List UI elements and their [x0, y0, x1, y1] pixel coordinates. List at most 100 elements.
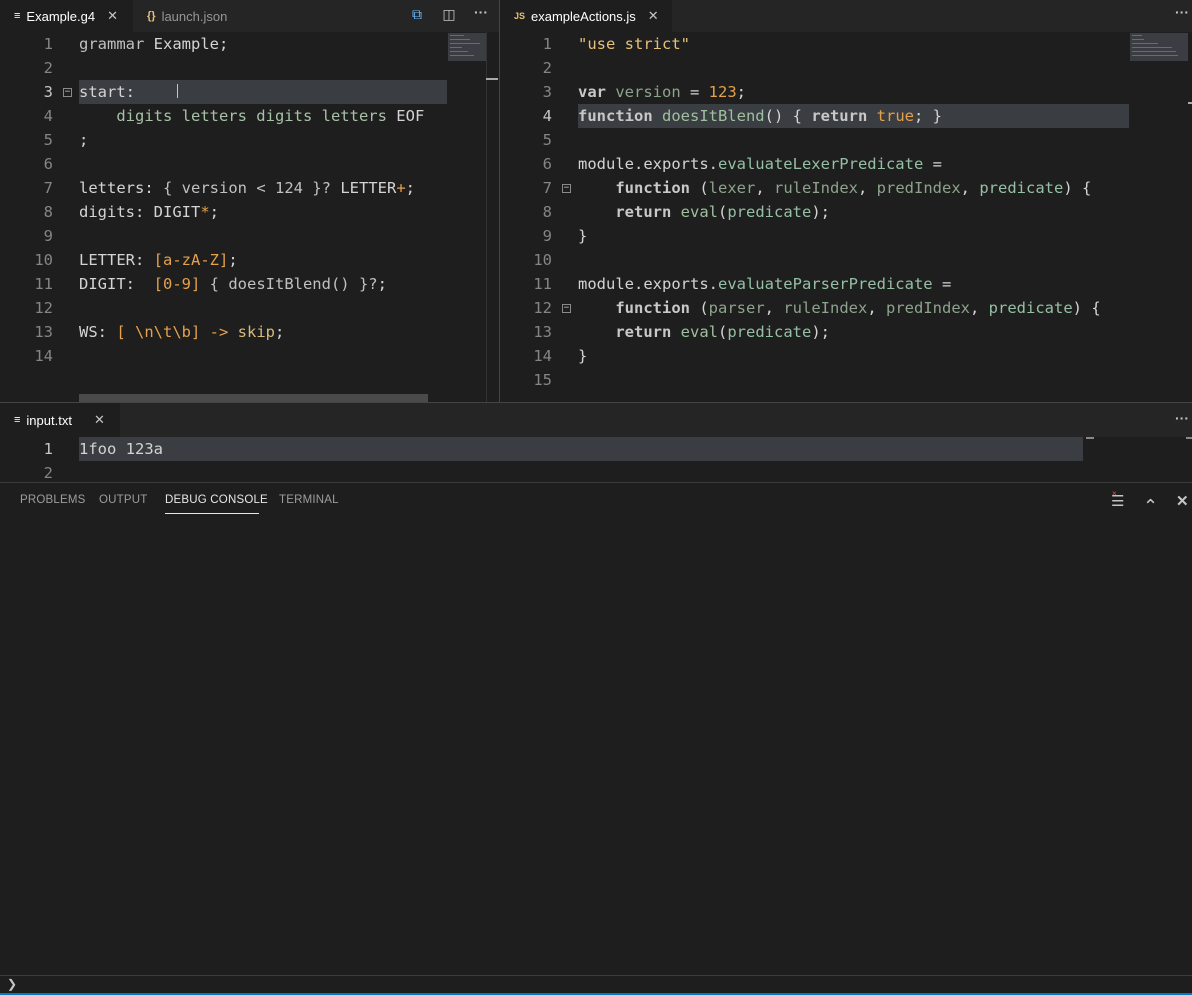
- code-token: ->: [200, 323, 238, 341]
- code-token: ;: [228, 251, 238, 269]
- line-number: 11: [34, 275, 53, 293]
- code-line: digits: DIGIT*;: [79, 200, 219, 224]
- code-token: 123: [708, 83, 737, 101]
- more-actions-icon[interactable]: ···: [471, 4, 491, 20]
- code-token: ;: [736, 83, 746, 101]
- tab-debug-console[interactable]: DEBUG CONSOLE: [165, 494, 268, 506]
- code-token: true: [876, 107, 914, 125]
- console-prompt-icon: ❯: [7, 977, 18, 991]
- tab-launch-json[interactable]: {} launch.json: [132, 0, 262, 32]
- code-line: var version = 123;: [578, 80, 746, 104]
- code-token: );: [811, 323, 831, 341]
- fold-toggle-icon[interactable]: −: [562, 304, 571, 313]
- close-icon[interactable]: ✕: [107, 8, 118, 24]
- line-number: 13: [533, 323, 552, 341]
- line-number: 4: [542, 107, 552, 125]
- code-token: digits: DIGIT: [79, 203, 201, 221]
- code-line: module.exports.evaluateParserPredicate =: [578, 272, 951, 296]
- code-token: WS:: [79, 323, 117, 341]
- code-token: predicate: [727, 323, 812, 341]
- code-line: function (parser, ruleIndex, predIndex, …: [578, 296, 1101, 320]
- line-number: 3: [43, 83, 53, 101]
- code-token: function: [615, 299, 690, 317]
- fold-toggle-icon[interactable]: −: [63, 88, 72, 97]
- maximize-panel-icon[interactable]: ⌃: [1143, 496, 1158, 517]
- fold-toggle-icon[interactable]: −: [562, 184, 571, 193]
- split-editor-icon[interactable]: ◫: [439, 6, 459, 23]
- code-line: module.exports.evaluateLexerPredicate =: [578, 152, 942, 176]
- code-token: +: [396, 179, 406, 197]
- code-token: LETTER:: [79, 251, 154, 269]
- close-icon[interactable]: ✕: [648, 8, 659, 24]
- code-token: function: [578, 107, 653, 125]
- line-number: 2: [43, 59, 53, 77]
- code-token: ruleIndex: [774, 179, 858, 197]
- code-token: return: [811, 107, 868, 125]
- more-actions-icon[interactable]: ···: [1172, 4, 1192, 20]
- code-token: 1foo 123a: [79, 440, 163, 458]
- left-minimap[interactable]: [448, 33, 486, 61]
- code-token: predicate: [979, 179, 1064, 197]
- tab-input-txt[interactable]: ≡ input.txt ✕: [0, 403, 120, 437]
- code-token: predicate: [727, 203, 812, 221]
- code-token: ,: [858, 179, 877, 197]
- line-number: 1: [542, 35, 552, 53]
- code-token: LETTER: [330, 179, 397, 197]
- code-line: }: [578, 344, 587, 368]
- code-token: doesItBlend: [652, 107, 765, 125]
- code-token: ;: [377, 275, 387, 293]
- code-token: version: [606, 83, 681, 101]
- right-ruler-marker: [1188, 102, 1192, 104]
- left-horizontal-scrollbar[interactable]: [79, 394, 428, 402]
- code-token: ;: [405, 179, 415, 197]
- line-number: 15: [533, 371, 552, 389]
- line-number: 9: [43, 227, 53, 245]
- code-token: eval: [680, 203, 718, 221]
- right-minimap[interactable]: [1130, 33, 1188, 61]
- line-number: 3: [542, 83, 552, 101]
- code-token: function: [615, 179, 690, 197]
- code-token: return: [615, 203, 672, 221]
- code-line: function (lexer, ruleIndex, predIndex, p…: [578, 176, 1091, 200]
- code-token: () {: [764, 107, 812, 125]
- tab-label: input.txt: [26, 412, 72, 428]
- panel-border: [0, 482, 1192, 483]
- more-actions-icon[interactable]: ···: [1172, 410, 1192, 426]
- code-token: { version < 124 }?: [163, 179, 331, 197]
- tab-terminal[interactable]: TERMINAL: [279, 494, 339, 506]
- code-token: }: [578, 347, 588, 365]
- line-number: 12: [533, 299, 552, 317]
- javascript-icon: JS: [514, 11, 526, 21]
- code-token: grammar: [79, 35, 145, 53]
- code-token: module.exports.: [578, 275, 718, 293]
- line-number: 1: [43, 35, 53, 53]
- debug-console-input[interactable]: [22, 976, 1192, 993]
- line-number: 10: [533, 251, 552, 269]
- close-panel-icon[interactable]: ✕: [1176, 492, 1189, 510]
- line-number: 1: [43, 440, 53, 458]
- line-number: 6: [43, 155, 53, 173]
- tab-problems[interactable]: PROBLEMS: [20, 494, 86, 506]
- debug-console-output: [0, 520, 1192, 974]
- tab-example-g4[interactable]: ≡ Example.g4 ✕: [0, 0, 132, 32]
- code-token: (: [689, 299, 709, 317]
- editor-split-divider[interactable]: [499, 0, 500, 402]
- code-token: EOF: [396, 107, 425, 125]
- close-icon[interactable]: ✕: [94, 412, 105, 428]
- json-braces-icon: {}: [147, 10, 156, 22]
- tab-output[interactable]: OUTPUT: [99, 494, 147, 506]
- tab-example-actions-js[interactable]: JS exampleActions.js ✕: [500, 0, 672, 32]
- code-token: letters:: [79, 179, 163, 197]
- code-token: ) {: [1072, 299, 1101, 317]
- code-token: [ \n\t\b]: [116, 323, 201, 341]
- code-token: predicate: [988, 299, 1073, 317]
- bottom-ruler-marker-2: [1186, 437, 1192, 439]
- code-line: 1foo 123a: [79, 437, 163, 461]
- code-token: =: [932, 275, 952, 293]
- code-token: lexer: [708, 179, 756, 197]
- code-token: =: [923, 155, 942, 173]
- tab-label: exampleActions.js: [531, 8, 636, 24]
- open-changes-icon[interactable]: ⧉: [407, 6, 427, 23]
